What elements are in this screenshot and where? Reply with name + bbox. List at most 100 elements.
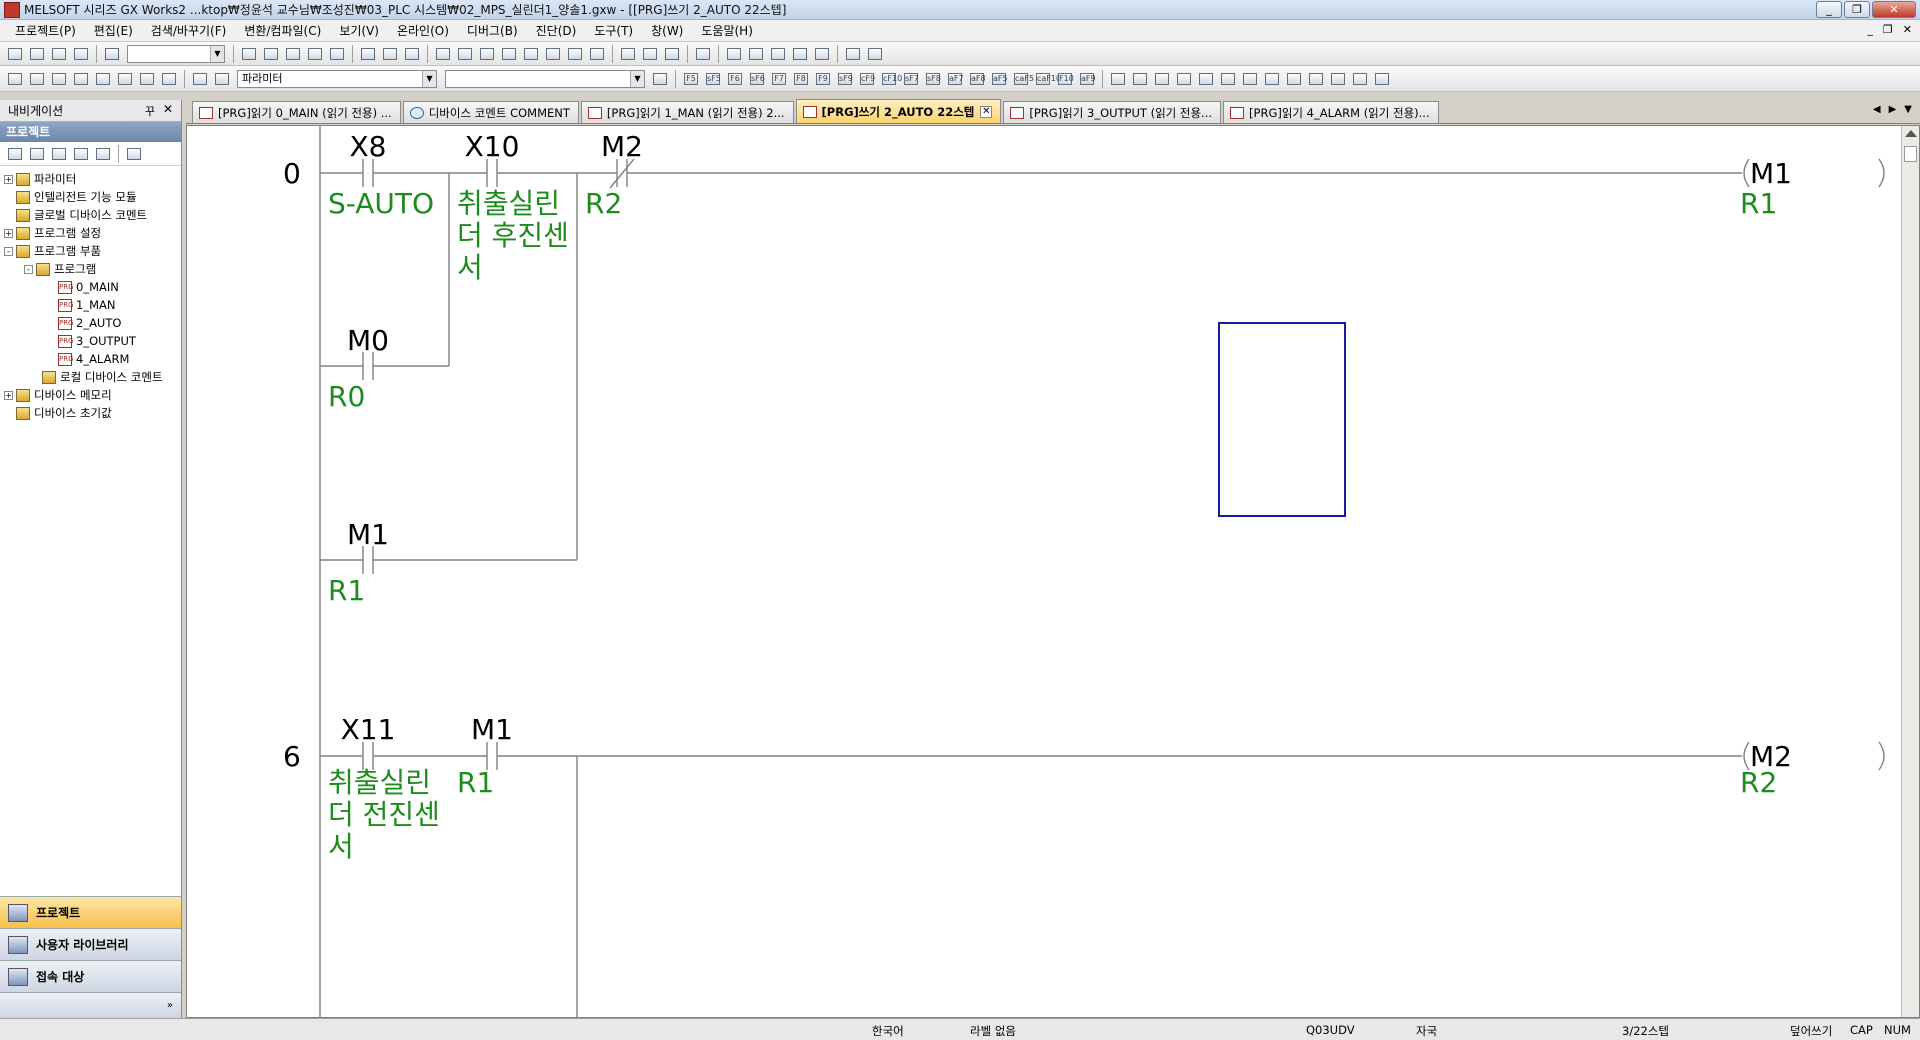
restore-button[interactable]: ❐ <box>1844 1 1870 18</box>
expand-icon[interactable]: + <box>4 174 13 184</box>
copy-data-button[interactable] <box>27 145 47 163</box>
collapse-icon[interactable]: - <box>24 264 33 274</box>
copy-button[interactable] <box>261 45 281 63</box>
fkey-sf5-button[interactable]: sF5 <box>703 70 723 88</box>
menu-online[interactable]: 온라인(O) <box>388 22 458 39</box>
fkey-sf6-button[interactable]: sF6 <box>747 70 767 88</box>
tab-2-auto[interactable]: [PRG]쓰기 2_AUTO 22스텝 ✕ <box>795 99 1002 123</box>
ladder-tool-d-button[interactable] <box>1174 70 1194 88</box>
refresh-button[interactable] <box>93 145 113 163</box>
contact-x8[interactable] <box>362 159 374 187</box>
toolbar-combo[interactable]: ▼ <box>127 44 225 63</box>
paste-data-button[interactable] <box>49 145 69 163</box>
vertical-scrollbar[interactable] <box>1901 126 1919 1017</box>
new-data-button[interactable] <box>5 145 25 163</box>
tree-item-program-setting[interactable]: + 프로그램 설정 <box>0 224 181 242</box>
nav-tab-user-library[interactable]: 사용자 라이브러리 <box>0 928 181 960</box>
fkey-f6-button[interactable]: F6 <box>725 70 745 88</box>
online-tool3-button[interactable] <box>662 45 682 63</box>
tab-prev-icon[interactable]: ◀ <box>1873 104 1881 115</box>
verify-plc-button[interactable] <box>477 45 497 63</box>
online-tool-button[interactable] <box>618 45 638 63</box>
collapse-icon[interactable]: - <box>4 246 13 256</box>
window-layout-button[interactable] <box>49 70 69 88</box>
mdi-restore-button[interactable]: ❐ <box>1883 23 1893 36</box>
project-view-button[interactable] <box>5 70 25 88</box>
online-tool2-button[interactable] <box>640 45 660 63</box>
fkey-f7-button[interactable]: F7 <box>769 70 789 88</box>
save-button[interactable] <box>49 45 69 63</box>
fkey-sf7-button[interactable]: sF7 <box>901 70 921 88</box>
device-test-button[interactable] <box>115 70 135 88</box>
mdi-close-button[interactable]: ✕ <box>1903 23 1912 36</box>
open-file-button[interactable] <box>27 45 47 63</box>
ladder-tool-i-button[interactable] <box>1284 70 1304 88</box>
new-file-button[interactable] <box>5 45 25 63</box>
convert-button[interactable] <box>724 45 744 63</box>
tree-item-global-comment[interactable]: 글로벌 디바이스 코멘트 <box>0 206 181 224</box>
menu-edit[interactable]: 편집(E) <box>85 22 142 39</box>
redo-button[interactable] <box>327 45 347 63</box>
module-config-button[interactable] <box>27 70 47 88</box>
device-dev2-button[interactable] <box>587 45 607 63</box>
info-button[interactable] <box>190 70 210 88</box>
menu-compile[interactable]: 변환/컴파일(C) <box>235 22 330 39</box>
tab-1-man[interactable]: [PRG]읽기 1_MAN (읽기 전용) 2... <box>580 101 794 123</box>
ladder-tool-e-button[interactable] <box>1196 70 1216 88</box>
scroll-thumb[interactable] <box>1904 146 1917 162</box>
fkey-f5-button[interactable]: F5 <box>681 70 701 88</box>
tab-0-main[interactable]: [PRG]읽기 0_MAIN (읽기 전용) ... <box>192 101 401 123</box>
device-register-button[interactable] <box>93 70 113 88</box>
tree-item-device-memory[interactable]: + 디바이스 메모리 <box>0 386 181 404</box>
parameter-combo[interactable]: 파라미터 ▼ <box>237 69 437 88</box>
search-button[interactable] <box>212 70 232 88</box>
fkey-af8-button[interactable]: aF8 <box>967 70 987 88</box>
tree-item-4-alarm[interactable]: PRG 4_ALARM <box>0 350 181 368</box>
compile-button[interactable] <box>768 45 788 63</box>
fkey-af5-button[interactable]: aF5 <box>989 70 1009 88</box>
close-icon[interactable]: ✕ <box>980 105 993 118</box>
expand-icon[interactable]: + <box>4 390 13 400</box>
paste-button[interactable] <box>283 45 303 63</box>
tree-item-parameter[interactable]: + 파라미터 <box>0 170 181 188</box>
property-button[interactable] <box>71 145 91 163</box>
fkey-f9-button[interactable]: F9 <box>813 70 833 88</box>
tree-item-3-output[interactable]: PRG 3_OUTPUT <box>0 332 181 350</box>
tree-item-program-parts[interactable]: - 프로그램 부품 <box>0 242 181 260</box>
ladder-tool-b-button[interactable] <box>1130 70 1150 88</box>
help-button[interactable] <box>102 45 122 63</box>
simulation-stop-button[interactable] <box>865 45 885 63</box>
monitor-stop-button[interactable] <box>543 45 563 63</box>
close-button[interactable]: ✕ <box>1872 1 1916 18</box>
sampling-button[interactable] <box>159 70 179 88</box>
fkey-caf10-button[interactable]: caF10 <box>1033 70 1061 88</box>
rebuild-button[interactable] <box>790 45 810 63</box>
tab-next-icon[interactable]: ▶ <box>1889 104 1897 115</box>
tab-4-alarm[interactable]: [PRG]읽기 4_ALARM (읽기 전용)... <box>1223 101 1439 123</box>
tab-3-output[interactable]: [PRG]읽기 3_OUTPUT (읽기 전용... <box>1003 101 1222 123</box>
menu-debug[interactable]: 디버그(B) <box>458 22 527 39</box>
tree-item-2-auto[interactable]: PRG 2_AUTO <box>0 314 181 332</box>
ladder-tool-l-button[interactable] <box>1350 70 1370 88</box>
menu-help[interactable]: 도움말(H) <box>692 22 762 39</box>
tab-device-comment[interactable]: 디바이스 코멘트 COMMENT <box>402 101 579 123</box>
read-from-plc-button[interactable] <box>455 45 475 63</box>
remote-operation-button[interactable] <box>499 45 519 63</box>
fkey-af7-button[interactable]: aF7 <box>945 70 965 88</box>
print-button[interactable] <box>71 45 91 63</box>
fkey-cf9-button[interactable]: cF9 <box>857 70 877 88</box>
tree-item-program[interactable]: - 프로그램 <box>0 260 181 278</box>
watch-button[interactable] <box>137 70 157 88</box>
mdi-minimize-button[interactable]: _ <box>1867 23 1873 36</box>
menu-tools[interactable]: 도구(T) <box>585 22 642 39</box>
fkey-sf9-button[interactable]: sF9 <box>835 70 855 88</box>
convert-all-button[interactable] <box>746 45 766 63</box>
scroll-up-icon[interactable] <box>1905 130 1917 137</box>
undo-button[interactable] <box>305 45 325 63</box>
ladder-tool-h-button[interactable] <box>1262 70 1282 88</box>
cross-reference-button[interactable] <box>402 45 422 63</box>
instruction-search-button[interactable] <box>380 45 400 63</box>
simulation-button[interactable] <box>843 45 863 63</box>
zoom-button[interactable] <box>1372 70 1392 88</box>
ladder-tool-j-button[interactable] <box>1306 70 1326 88</box>
